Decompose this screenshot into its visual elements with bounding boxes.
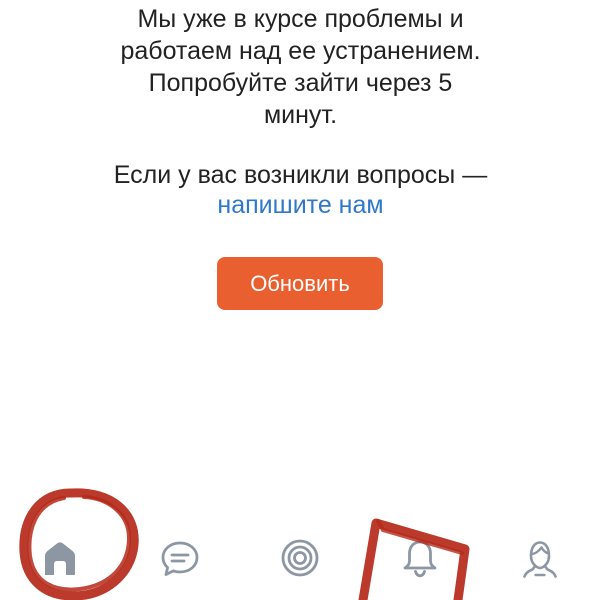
chat-bubble-icon bbox=[161, 541, 199, 576]
tab-messages[interactable] bbox=[158, 537, 202, 581]
message-line: Мы уже в курсе проблемы и bbox=[137, 5, 464, 33]
home-icon bbox=[45, 542, 75, 575]
contact-link-line: напишите нам bbox=[0, 189, 601, 222]
refresh-button[interactable]: Обновить bbox=[217, 257, 383, 310]
message-line: Попробуйте зайти через 5 bbox=[148, 69, 453, 97]
tab-discover[interactable] bbox=[278, 537, 322, 581]
bell-icon bbox=[403, 540, 437, 578]
bottom-tab-bar bbox=[0, 515, 601, 600]
tab-profile[interactable] bbox=[518, 537, 562, 581]
contact-us-link[interactable]: напишите нам bbox=[217, 191, 383, 219]
contact-prompt: Если у вас возникли вопросы — bbox=[113, 161, 488, 189]
tab-home[interactable] bbox=[38, 537, 82, 581]
profile-icon bbox=[523, 541, 557, 578]
tab-notifications[interactable] bbox=[398, 537, 442, 581]
target-icon bbox=[281, 539, 319, 577]
message-line: работаем над ее устранением. bbox=[120, 37, 481, 65]
message-line: минут. bbox=[263, 101, 338, 129]
